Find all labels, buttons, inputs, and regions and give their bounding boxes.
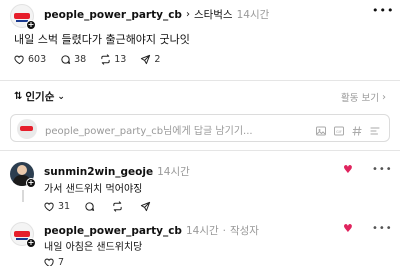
comment-actions: 31 xyxy=(44,201,168,212)
divider xyxy=(0,150,400,151)
like-button[interactable]: 31 xyxy=(44,201,70,212)
comment-username[interactable]: sunmin2win_geoje xyxy=(44,166,153,178)
sort-bar: ⇅ 인기순 ⌄ 활동 보기 › xyxy=(0,86,400,106)
comment-actions: 7 xyxy=(44,257,78,266)
comment-username[interactable]: people_power_party_cb xyxy=(44,225,182,237)
comment-icon xyxy=(61,55,71,64)
activity-label: 활동 보기 xyxy=(341,93,379,104)
comment-count: 38 xyxy=(74,54,87,65)
chevron-right-icon: › xyxy=(185,9,190,20)
main-post: + people_power_party_cb › 스타벅스 14시간 ••• … xyxy=(0,0,400,78)
post-text: 내일 스벅 들렸다가 출근해야지 굿나잇 xyxy=(14,33,190,46)
share-count: 2 xyxy=(154,54,161,65)
party-logo xyxy=(14,231,30,237)
reply-tools: GIF xyxy=(315,122,381,136)
comment-header: sunmin2win_geoje 14시간 xyxy=(44,164,190,179)
post-header: people_power_party_cb › 스타벅스 14시간 xyxy=(44,7,269,22)
sort-dropdown[interactable]: ⇅ 인기순 ⌄ xyxy=(14,89,65,104)
follow-plus-icon[interactable]: + xyxy=(26,20,36,30)
author-badge: 작성자 xyxy=(229,225,259,237)
comment-button[interactable]: 38 xyxy=(60,54,86,65)
repost-count: 13 xyxy=(114,54,127,65)
comment-header: people_power_party_cb 14시간 · 작성자 xyxy=(44,223,259,238)
heart-icon xyxy=(44,202,54,212)
post-actions: 603 38 13 2 xyxy=(14,54,174,65)
sort-icon: ⇅ xyxy=(14,91,23,102)
post-time: 14시간 xyxy=(236,9,270,21)
reply-input[interactable]: people_power_party_cb님에게 답글 남기기... xyxy=(45,122,253,137)
reply-avatar xyxy=(17,119,37,139)
follow-plus-icon[interactable]: + xyxy=(26,178,36,188)
post-username[interactable]: people_power_party_cb xyxy=(44,9,182,21)
author-liked-heart-icon: ♥ xyxy=(343,163,353,176)
activity-link[interactable]: 활동 보기 › xyxy=(341,90,386,105)
repost-button[interactable]: 13 xyxy=(100,54,126,65)
like-button[interactable]: 603 xyxy=(14,54,46,65)
chevron-right-icon: › xyxy=(382,91,386,103)
author-liked-heart-icon: ♥ xyxy=(343,222,353,235)
comment-button[interactable] xyxy=(84,201,98,212)
chevron-down-icon: ⌄ xyxy=(57,91,65,102)
dot-separator: · xyxy=(222,224,226,237)
reply-box[interactable]: people_power_party_cb님에게 답글 남기기... GIF xyxy=(10,114,390,142)
like-count: 603 xyxy=(28,54,47,65)
more-options-icon[interactable]: ••• xyxy=(372,164,393,175)
heart-icon xyxy=(14,55,24,65)
comment-time: 14시간 xyxy=(185,225,219,237)
send-icon xyxy=(140,201,151,212)
share-button[interactable] xyxy=(140,201,154,212)
party-logo xyxy=(14,13,30,19)
like-button[interactable]: 7 xyxy=(44,257,64,266)
comment-text: 가서 샌드위치 먹어야징 xyxy=(44,184,143,195)
follow-plus-icon[interactable]: + xyxy=(26,238,36,248)
comment-time: 14시간 xyxy=(157,166,190,178)
poll-icon[interactable] xyxy=(369,122,381,135)
repost-button[interactable] xyxy=(112,201,126,212)
post-topic[interactable]: 스타벅스 xyxy=(194,7,233,22)
heart-icon xyxy=(44,258,54,266)
image-icon[interactable] xyxy=(315,122,327,136)
repost-icon xyxy=(113,201,122,212)
svg-text:GIF: GIF xyxy=(336,130,342,134)
divider xyxy=(0,80,400,81)
repost-icon xyxy=(101,54,110,65)
thread-line xyxy=(22,190,24,202)
send-icon xyxy=(141,54,151,65)
share-button[interactable]: 2 xyxy=(140,54,160,65)
hashtag-icon[interactable] xyxy=(351,122,363,136)
comment-icon xyxy=(85,202,95,211)
more-options-icon[interactable]: ••• xyxy=(372,4,394,17)
like-count: 31 xyxy=(58,201,71,212)
like-count: 7 xyxy=(58,257,65,266)
comment-text: 내일 아침은 샌드위치당 xyxy=(44,242,143,253)
more-options-icon[interactable]: ••• xyxy=(372,223,393,234)
gif-icon[interactable]: GIF xyxy=(333,122,345,136)
sort-label: 인기순 xyxy=(25,91,55,103)
